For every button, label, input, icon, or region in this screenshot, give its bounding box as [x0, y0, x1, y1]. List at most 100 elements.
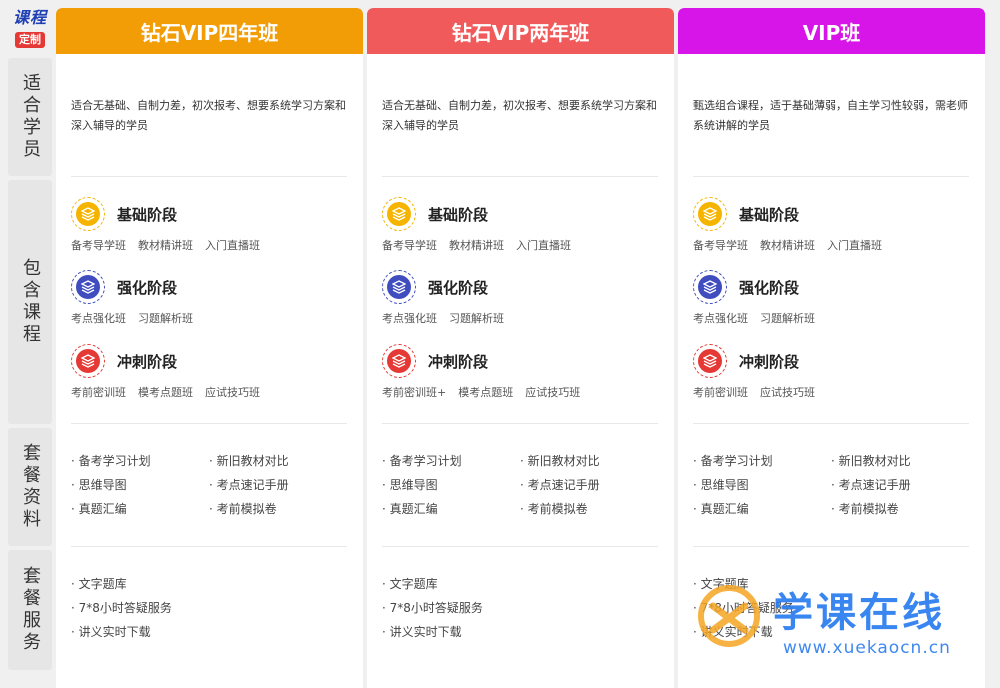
suitable-description: 适合无基础、自制力差，初次报考、想要系统学习方案和深入辅导的学员 — [382, 99, 657, 132]
material-item: · 真题汇编 — [382, 502, 438, 516]
class-item: 教材精讲班 — [760, 239, 815, 252]
row-label-suitable: 适合学员 — [8, 58, 52, 176]
layers-icon — [693, 344, 727, 378]
class-item: 考前密训班 — [71, 386, 126, 399]
layers-icon — [71, 197, 105, 231]
stage-classes: 备考导学班 教材精讲班 入门直播班 — [693, 237, 983, 253]
stage-classes: 考点强化班 习题解析班 — [382, 310, 672, 326]
class-item: 习题解析班 — [760, 312, 815, 325]
stage-title: 强化阶段 — [117, 278, 178, 297]
stage-classes: 考前密训班+ 模考点题班 应试技巧班 — [382, 384, 672, 400]
material-item: · 真题汇编 — [693, 502, 749, 516]
layers-icon — [693, 270, 727, 304]
class-item: 习题解析班 — [449, 312, 504, 325]
material-item: · 备考学习计划 — [71, 454, 151, 468]
divider — [693, 546, 969, 547]
plan-column-1: 钻石VIP四年班适合无基础、自制力差，初次报考、想要系统学习方案和深入辅导的学员… — [56, 8, 363, 688]
plan-column-3: VIP班 甄选组合课程，适于基础薄弱，自主学习性较弱，需老师系统讲解的学员 基础阶… — [678, 8, 985, 688]
materials-list: · 备考学习计划 · 新旧教材对比 · 思维导图 · 考点速记手册 · 真题汇编 · 考前… — [693, 454, 973, 516]
stage-strengthen: 强化阶段 考点强化班 习题解析班 — [382, 268, 672, 326]
material-item: · 考点速记手册 — [831, 478, 911, 492]
stage-title: 强化阶段 — [428, 278, 489, 297]
divider — [71, 546, 347, 547]
stage-title: 基础阶段 — [739, 205, 800, 224]
stage-classes: 考点强化班 习题解析班 — [71, 310, 361, 326]
stage-classes: 考点强化班 习题解析班 — [693, 310, 983, 326]
class-item: 应试技巧班 — [525, 386, 581, 399]
service-item: · 7*8小时答疑服务 — [71, 601, 172, 615]
class-item: 教材精讲班 — [449, 239, 504, 252]
material-item: · 新旧教材对比 — [209, 454, 289, 468]
service-item: · 文字题库 — [693, 577, 749, 591]
service-item: · 讲义实时下载 — [382, 625, 462, 639]
divider — [71, 423, 347, 424]
service-item: · 7*8小时答疑服务 — [382, 601, 483, 615]
stage-classes: 备考导学班 教材精讲班 入门直播班 — [382, 237, 672, 253]
class-item: 备考导学班 — [71, 239, 126, 252]
plan-column-2: 钻石VIP两年班适合无基础、自制力差，初次报考、想要系统学习方案和深入辅导的学员… — [367, 8, 674, 688]
services-list: · 文字题库 · 7*8小时答疑服务 · 讲义实时下载 — [71, 577, 351, 639]
class-item: 教材精讲班 — [138, 239, 193, 252]
service-item: · 讲义实时下载 — [693, 625, 773, 639]
logo-text: 课程 — [12, 8, 47, 27]
class-item: 入门直播班 — [827, 239, 882, 252]
class-item: 模考点题班 — [138, 386, 193, 399]
plan-title: 钻石VIP两年班 — [367, 8, 674, 54]
stage-sprint: 冲刺阶段 考前密训班 模考点题班 应试技巧班 — [71, 342, 361, 400]
stage-sprint: 冲刺阶段 考前密训班+ 模考点题班 应试技巧班 — [382, 342, 672, 400]
layers-icon — [382, 197, 416, 231]
material-item: · 考点速记手册 — [209, 478, 289, 492]
class-item: 备考导学班 — [382, 239, 437, 252]
material-item: · 考前模拟卷 — [831, 502, 899, 516]
suitable-description: 适合无基础、自制力差，初次报考、想要系统学习方案和深入辅导的学员 — [71, 99, 346, 132]
service-item: · 7*8小时答疑服务 — [693, 601, 794, 615]
class-item: 入门直播班 — [516, 239, 571, 252]
class-item: 应试技巧班 — [760, 386, 815, 399]
class-item: 习题解析班 — [138, 312, 193, 325]
material-item: · 考点速记手册 — [520, 478, 600, 492]
stage-classes: 考前密训班 模考点题班 应试技巧班 — [71, 384, 361, 400]
materials-list: · 备考学习计划 · 新旧教材对比 · 思维导图 · 考点速记手册 · 真题汇编 · 考前… — [382, 454, 662, 516]
services-list: · 文字题库 · 7*8小时答疑服务 · 讲义实时下载 — [382, 577, 662, 639]
custom-course-logo: 课程 定制 — [8, 8, 52, 54]
divider — [382, 176, 658, 177]
divider — [382, 423, 658, 424]
class-item: 考点强化班 — [693, 312, 748, 325]
class-item: 考点强化班 — [71, 312, 126, 325]
plan-title: 钻石VIP四年班 — [56, 8, 363, 54]
stage-sprint: 冲刺阶段 考前密训班 应试技巧班 — [693, 342, 983, 400]
stage-classes: 考前密训班 应试技巧班 — [693, 384, 983, 400]
class-item: 考前密训班 — [693, 386, 748, 399]
layers-icon — [71, 344, 105, 378]
material-item: · 考前模拟卷 — [209, 502, 277, 516]
class-item: 考点强化班 — [382, 312, 437, 325]
divider — [693, 176, 969, 177]
stage-classes: 备考导学班 教材精讲班 入门直播班 — [71, 237, 361, 253]
class-item: 备考导学班 — [693, 239, 748, 252]
row-label-services: 套餐服务 — [8, 550, 52, 670]
materials-list: · 备考学习计划 · 新旧教材对比 · 思维导图 · 考点速记手册 · 真题汇编 · 考前… — [71, 454, 351, 516]
suitable-description: 甄选组合课程，适于基础薄弱，自主学习性较弱，需老师系统讲解的学员 — [693, 99, 968, 132]
row-label-courses: 包含课程 — [8, 180, 52, 424]
material-item: · 思维导图 — [693, 478, 749, 492]
stage-basic: 基础阶段 备考导学班 教材精讲班 入门直播班 — [71, 195, 361, 253]
stage-title: 基础阶段 — [428, 205, 489, 224]
stage-basic: 基础阶段 备考导学班 教材精讲班 入门直播班 — [382, 195, 672, 253]
material-item: · 新旧教材对比 — [831, 454, 911, 468]
divider — [71, 176, 347, 177]
material-item: · 备考学习计划 — [382, 454, 462, 468]
class-item: 入门直播班 — [205, 239, 260, 252]
services-list: · 文字题库 · 7*8小时答疑服务 · 讲义实时下载 — [693, 577, 973, 639]
stage-title: 强化阶段 — [739, 278, 800, 297]
material-item: · 思维导图 — [382, 478, 438, 492]
divider — [382, 546, 658, 547]
layers-icon — [693, 197, 727, 231]
layers-icon — [382, 344, 416, 378]
service-item: · 讲义实时下载 — [71, 625, 151, 639]
class-item: 应试技巧班 — [205, 386, 260, 399]
material-item: · 备考学习计划 — [693, 454, 773, 468]
logo-badge: 定制 — [15, 32, 45, 48]
stage-title: 冲刺阶段 — [428, 352, 489, 371]
stage-strengthen: 强化阶段 考点强化班 习题解析班 — [71, 268, 361, 326]
class-item: 模考点题班 — [458, 386, 514, 399]
